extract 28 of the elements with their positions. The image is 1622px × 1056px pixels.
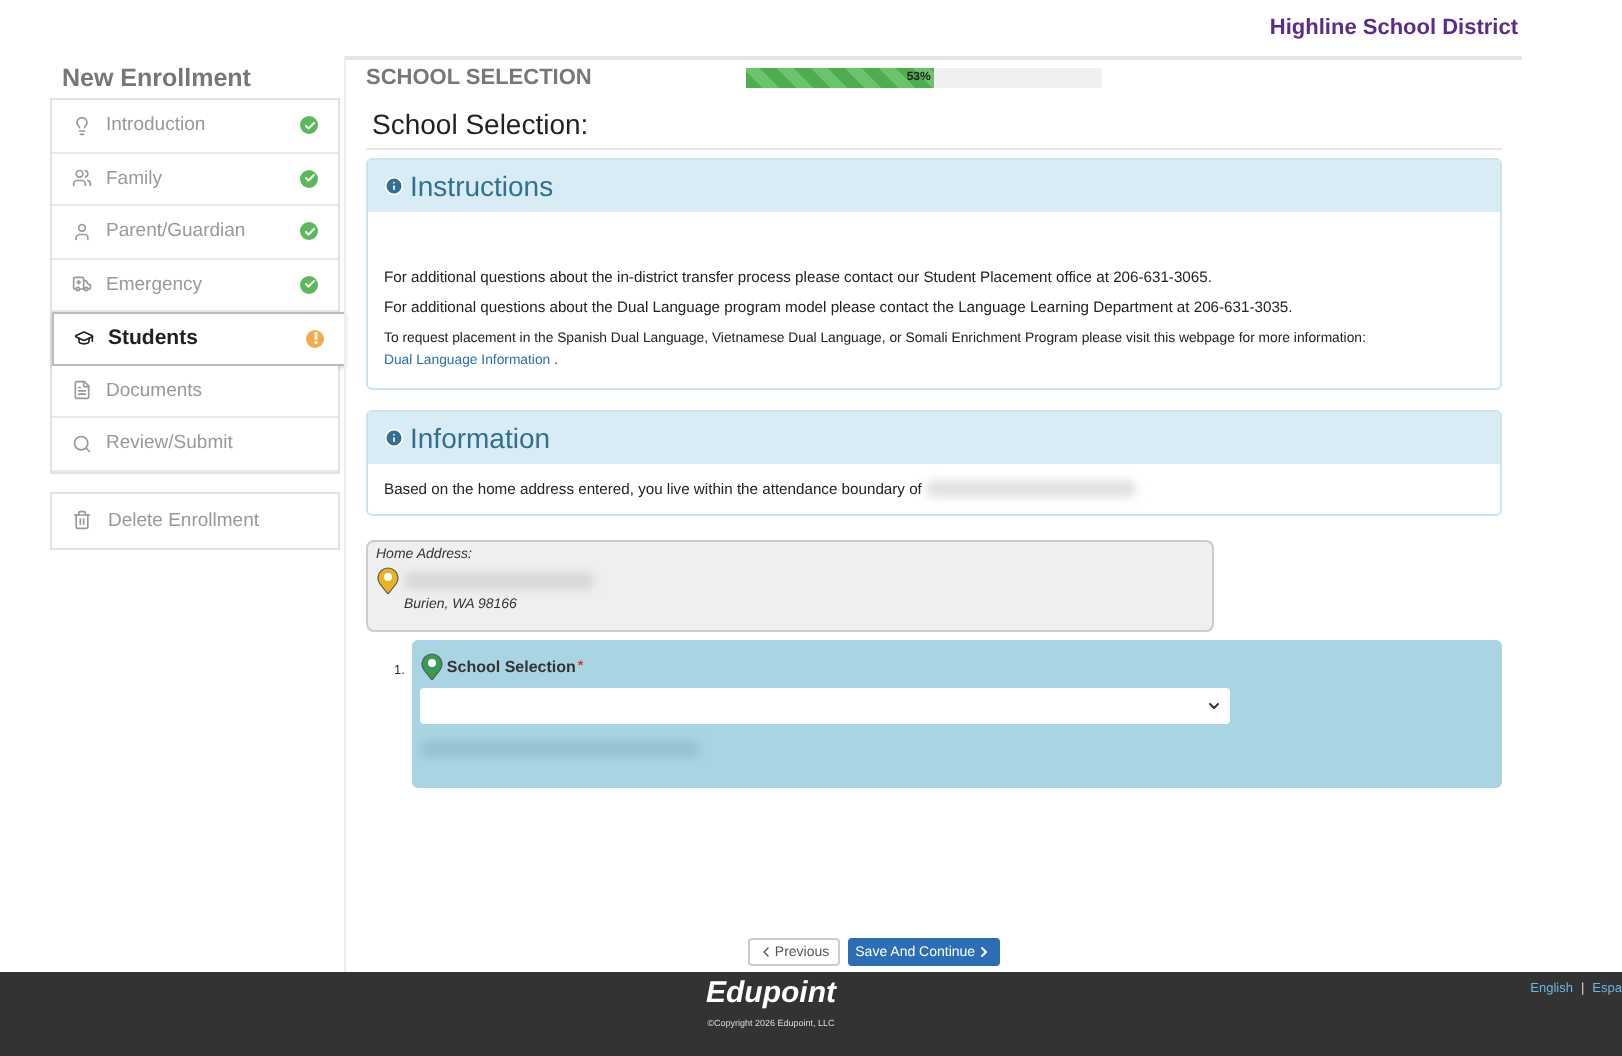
footer-logo: Edupoint	[706, 976, 836, 1010]
search-icon	[72, 433, 92, 454]
school-marker-icon	[420, 652, 445, 681]
panel-title: Instructions	[410, 170, 554, 202]
info-icon	[384, 428, 404, 449]
chevron-down-icon	[1206, 698, 1223, 715]
district-name: Highline School District	[1269, 16, 1518, 40]
sidebar-item[interactable]: Emergency	[52, 259, 338, 312]
school-select-field[interactable]	[420, 688, 1231, 725]
person-icon	[72, 221, 92, 242]
page-title: School Selection:	[366, 90, 1502, 150]
info-icon	[384, 176, 404, 196]
sidebar-item[interactable]: Family	[52, 153, 338, 206]
panel-title: Information	[410, 422, 551, 455]
sidebar-item[interactable]: Students	[52, 312, 346, 365]
delete-enrollment-button[interactable]: Delete Enrollment	[50, 491, 340, 549]
section-title: SCHOOL SELECTION	[366, 66, 594, 90]
ambulance-icon	[72, 274, 92, 295]
chevron-right-icon	[975, 944, 992, 960]
sidebar-title: New Enrollment	[60, 62, 253, 96]
sidebar-item[interactable]: Documents	[52, 365, 338, 418]
lightbulb-icon	[72, 115, 92, 136]
school-selection-label: School Selection	[446, 657, 576, 676]
people-icon	[72, 168, 92, 189]
home-marker-icon	[376, 566, 400, 595]
graduation-cap-icon	[74, 328, 94, 349]
document-icon	[72, 380, 92, 401]
trash-icon	[72, 509, 92, 529]
